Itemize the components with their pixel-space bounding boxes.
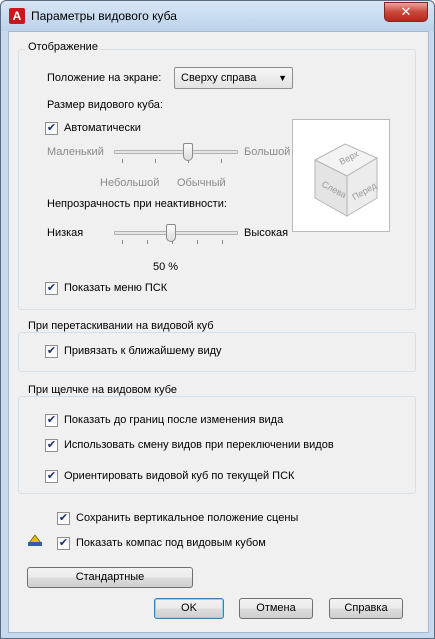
position-dropdown[interactable]: Сверху справа ▼: [174, 67, 293, 89]
opacity-slider-thumb[interactable]: [166, 224, 176, 242]
size-large-label: Большой: [244, 146, 291, 158]
orient-to-ucs-label: Ориентировать видовой куб по текущей ПСК: [64, 470, 295, 482]
size-normal-label: Обычный: [177, 177, 226, 189]
size-slider-tick: [221, 159, 222, 163]
autocad-app-icon: A: [9, 8, 25, 24]
opacity-slider-tick: [197, 240, 198, 244]
drag-group-title: При перетаскивании на видовой куб: [26, 320, 216, 332]
opacity-label: Непрозрачность при неактивности:: [47, 198, 227, 210]
size-slider-thumb[interactable]: [183, 143, 193, 161]
viewcube-preview: Верх Слева Перед: [292, 119, 390, 232]
click-group-title: При щелчке на видовом кубе: [26, 384, 180, 396]
help-button[interactable]: Справка: [329, 598, 403, 619]
position-label: Положение на экране:: [47, 72, 162, 84]
size-smallish-label: Небольшой: [100, 177, 160, 189]
opacity-slider-track[interactable]: [114, 231, 238, 235]
auto-size-checkbox[interactable]: ✔: [45, 122, 58, 135]
snap-view-checkbox[interactable]: ✔: [45, 345, 58, 358]
viewcube-icon: Верх Слева Перед: [313, 143, 379, 217]
display-group-title: Отображение: [26, 41, 100, 53]
show-compass-checkbox[interactable]: ✔: [57, 537, 70, 550]
smooth-transition-label: Использовать смену видов при переключени…: [64, 439, 334, 451]
size-slider-track[interactable]: [114, 150, 238, 154]
dialog-window: A Параметры видового куба ✕ Отображение …: [0, 0, 435, 639]
zoom-extents-label: Показать до границ после изменения вида: [64, 414, 284, 426]
dialog-client-area: Отображение Положение на экране: Сверху …: [8, 31, 429, 633]
defaults-button[interactable]: Стандартные: [27, 567, 193, 588]
size-small-label: Маленький: [47, 146, 104, 158]
opacity-low-label: Низкая: [47, 227, 84, 239]
orient-to-ucs-checkbox[interactable]: ✔: [45, 470, 58, 483]
size-slider-tick: [155, 159, 156, 163]
size-label: Размер видового куба:: [47, 99, 163, 111]
title-bar[interactable]: A Параметры видового куба ✕: [1, 1, 434, 31]
snap-view-label: Привязать к ближайшему виду: [64, 345, 222, 357]
keep-upright-checkbox[interactable]: ✔: [57, 512, 70, 525]
opacity-high-label: Высокая: [244, 227, 289, 239]
smooth-transition-checkbox[interactable]: ✔: [45, 439, 58, 452]
opacity-slider-tick: [122, 240, 123, 244]
opacity-value: 50 %: [153, 261, 179, 273]
compass-icon: [27, 533, 43, 547]
show-ucs-menu-checkbox[interactable]: ✔: [45, 282, 58, 295]
cancel-button[interactable]: Отмена: [239, 598, 313, 619]
close-button[interactable]: ✕: [384, 2, 428, 22]
position-dropdown-value: Сверху справа: [181, 72, 257, 84]
show-compass-label: Показать компас под видовым кубом: [76, 537, 266, 549]
ok-button[interactable]: OK: [154, 598, 224, 619]
keep-upright-label: Сохранить вертикальное положение сцены: [76, 512, 299, 524]
auto-size-label: Автоматически: [64, 122, 141, 134]
chevron-down-icon: ▼: [278, 73, 287, 83]
opacity-slider-tick: [147, 240, 148, 244]
size-slider-tick: [122, 159, 123, 163]
show-ucs-menu-label: Показать меню ПСК: [64, 282, 168, 294]
opacity-slider-tick: [222, 240, 223, 244]
zoom-extents-checkbox[interactable]: ✔: [45, 414, 58, 427]
window-title: Параметры видового куба: [31, 9, 177, 23]
